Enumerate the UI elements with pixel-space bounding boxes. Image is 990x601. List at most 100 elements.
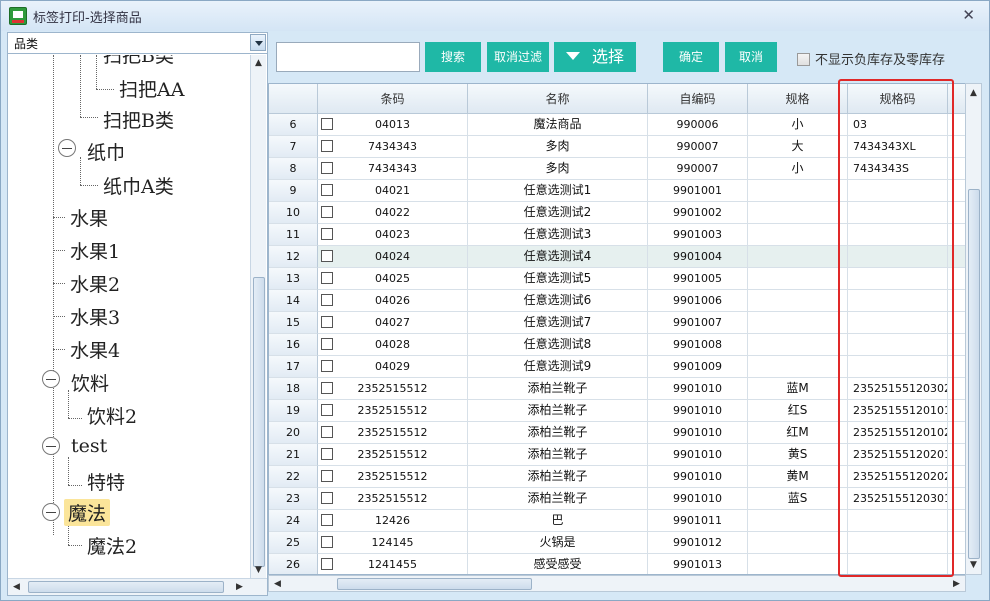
table-row[interactable]: 12 04024 任意选测试4 9901004	[269, 246, 965, 268]
table-row[interactable]: 14 04026 任意选测试6 9901006	[269, 290, 965, 312]
cell-code: 9901013	[648, 554, 748, 574]
scroll-down-icon[interactable]: ▼	[255, 565, 262, 575]
tree-node-sweep-b[interactable]: 扫把B类	[103, 106, 174, 133]
row-checkbox[interactable]	[321, 250, 333, 262]
hide-negative-stock-option[interactable]: 不显示负库存及零库存	[797, 49, 945, 68]
row-checkbox[interactable]	[321, 536, 333, 548]
tree-node-fruit[interactable]: 水果	[70, 204, 108, 231]
scroll-left-icon[interactable]: ◀	[13, 582, 20, 592]
tree-node-drink2[interactable]: 饮料2	[87, 402, 137, 429]
tree-node-fruit3[interactable]: 水果3	[70, 303, 120, 330]
tree-node-fruit4[interactable]: 水果4	[70, 336, 120, 363]
row-checkbox[interactable]	[321, 404, 333, 416]
table-row[interactable]: 26 1241455 感受感受 9901013	[269, 554, 965, 574]
tree-node-magic[interactable]: 魔法	[64, 499, 111, 526]
tree-node-sweep-b-top[interactable]: 扫把B类	[103, 55, 174, 68]
table-row[interactable]: 7 7434343 多肉 990007 大 7434343XL	[269, 136, 965, 158]
row-checkbox[interactable]	[321, 184, 333, 196]
row-checkbox[interactable]	[321, 448, 333, 460]
row-checkbox[interactable]	[321, 228, 333, 240]
table-row[interactable]: 22 2352515512 添柏兰靴子 9901010 黄M 23525155120202	[269, 466, 965, 488]
cancel-filter-button[interactable]: 取消过滤	[487, 42, 549, 72]
collapse-icon[interactable]	[42, 437, 60, 455]
tree-node-magic2[interactable]: 魔法2	[87, 532, 137, 559]
row-checkbox[interactable]	[321, 118, 333, 130]
tree-hscroll-thumb[interactable]	[28, 581, 224, 593]
row-checkbox[interactable]	[321, 360, 333, 372]
column-header-spec[interactable]: 规格	[748, 84, 848, 114]
tree-node-tissue-a[interactable]: 纸巾A类	[103, 172, 174, 199]
grid-scroll-thumb[interactable]	[968, 189, 980, 559]
close-icon[interactable]: ✕	[962, 6, 975, 24]
row-checkbox[interactable]	[321, 294, 333, 306]
scroll-up-icon[interactable]: ▲	[970, 88, 977, 98]
label-print-window: 标签打印-选择商品 ✕ 品类 扫把B类 扫把AA 扫把B类 纸巾 纸巾A类 水果…	[0, 0, 990, 601]
table-row[interactable]: 15 04027 任意选测试7 9901007	[269, 312, 965, 334]
column-header-name[interactable]: 名称	[468, 84, 648, 114]
table-row[interactable]: 16 04028 任意选测试8 9901008	[269, 334, 965, 356]
table-row[interactable]: 11 04023 任意选测试3 9901003	[269, 224, 965, 246]
table-row[interactable]: 25 124145 火锅是 9901012	[269, 532, 965, 554]
column-header-barcode[interactable]: 条码	[318, 84, 468, 114]
search-input[interactable]	[276, 42, 420, 72]
hide-negative-stock-checkbox[interactable]	[797, 53, 810, 66]
row-checkbox[interactable]	[321, 492, 333, 504]
table-row[interactable]: 6 04013 魔法商品 990006 小 03	[269, 114, 965, 136]
category-combo[interactable]: 品类	[8, 33, 267, 54]
collapse-icon[interactable]	[42, 370, 60, 388]
table-row[interactable]: 24 12426 巴 9901011	[269, 510, 965, 532]
table-row[interactable]: 10 04022 任意选测试2 9901002	[269, 202, 965, 224]
cell-barcode: 04029	[318, 356, 468, 378]
column-header-code[interactable]: 自编码	[648, 84, 748, 114]
row-checkbox[interactable]	[321, 316, 333, 328]
row-checkbox[interactable]	[321, 514, 333, 526]
tree-horizontal-scrollbar[interactable]: ◀ ▶	[8, 578, 267, 595]
table-row[interactable]: 20 2352515512 添柏兰靴子 9901010 红M 23525155120102	[269, 422, 965, 444]
table-row[interactable]: 13 04025 任意选测试5 9901005	[269, 268, 965, 290]
table-row[interactable]: 18 2352515512 添柏兰靴子 9901010 蓝M 23525155120302	[269, 378, 965, 400]
row-checkbox[interactable]	[321, 272, 333, 284]
scroll-left-icon[interactable]: ◀	[274, 579, 281, 589]
table-row[interactable]: 17 04029 任意选测试9 9901009	[269, 356, 965, 378]
row-checkbox[interactable]	[321, 382, 333, 394]
search-button[interactable]: 搜索	[425, 42, 481, 72]
row-checkbox[interactable]	[321, 426, 333, 438]
tree-node-fruit2[interactable]: 水果2	[70, 270, 120, 297]
scroll-down-icon[interactable]: ▼	[970, 560, 977, 570]
scroll-up-icon[interactable]: ▲	[255, 58, 262, 68]
row-checkbox[interactable]	[321, 558, 333, 570]
cell-filler	[948, 136, 965, 158]
tree-vertical-scrollbar[interactable]: ▲ ▼	[250, 55, 266, 578]
grid-horizontal-scrollbar[interactable]: ◀ ▶	[268, 575, 966, 592]
table-row[interactable]: 23 2352515512 添柏兰靴子 9901010 蓝S 23525155120301	[269, 488, 965, 510]
chevron-down-icon[interactable]	[250, 34, 266, 51]
row-checkbox[interactable]	[321, 162, 333, 174]
scroll-right-icon[interactable]: ▶	[953, 579, 960, 589]
tree-node-sweep-aa[interactable]: 扫把AA	[119, 75, 184, 102]
column-header-spec-code[interactable]: 规格码	[848, 84, 948, 114]
cancel-button[interactable]: 取消	[725, 42, 777, 72]
cell-barcode: 12426	[318, 510, 468, 532]
confirm-button[interactable]: 确定	[663, 42, 719, 72]
row-checkbox[interactable]	[321, 338, 333, 350]
tree-scroll-thumb[interactable]	[253, 277, 265, 567]
table-row[interactable]: 8 7434343 多肉 990007 小 7434343S	[269, 158, 965, 180]
tree-node-tissue[interactable]: 纸巾	[87, 138, 125, 165]
select-button[interactable]: 选择	[554, 42, 636, 72]
collapse-icon[interactable]	[42, 503, 60, 521]
tree-node-test[interactable]: test	[71, 435, 107, 457]
tree-node-fruit1[interactable]: 水果1	[70, 237, 120, 264]
table-row[interactable]: 21 2352515512 添柏兰靴子 9901010 黄S 23525155120201	[269, 444, 965, 466]
table-row[interactable]: 19 2352515512 添柏兰靴子 9901010 红S 23525155120101	[269, 400, 965, 422]
table-row[interactable]: 9 04021 任意选测试1 9901001	[269, 180, 965, 202]
cell-code: 9901010	[648, 400, 748, 422]
collapse-icon[interactable]	[58, 139, 76, 157]
grid-vertical-scrollbar[interactable]: ▲ ▼	[965, 83, 982, 575]
grid-hscroll-thumb[interactable]	[337, 578, 532, 590]
tree-node-drink[interactable]: 饮料	[71, 369, 109, 396]
scroll-right-icon[interactable]: ▶	[236, 582, 243, 592]
tree-node-tete[interactable]: 特特	[87, 468, 125, 495]
row-checkbox[interactable]	[321, 206, 333, 218]
row-checkbox[interactable]	[321, 470, 333, 482]
row-checkbox[interactable]	[321, 140, 333, 152]
